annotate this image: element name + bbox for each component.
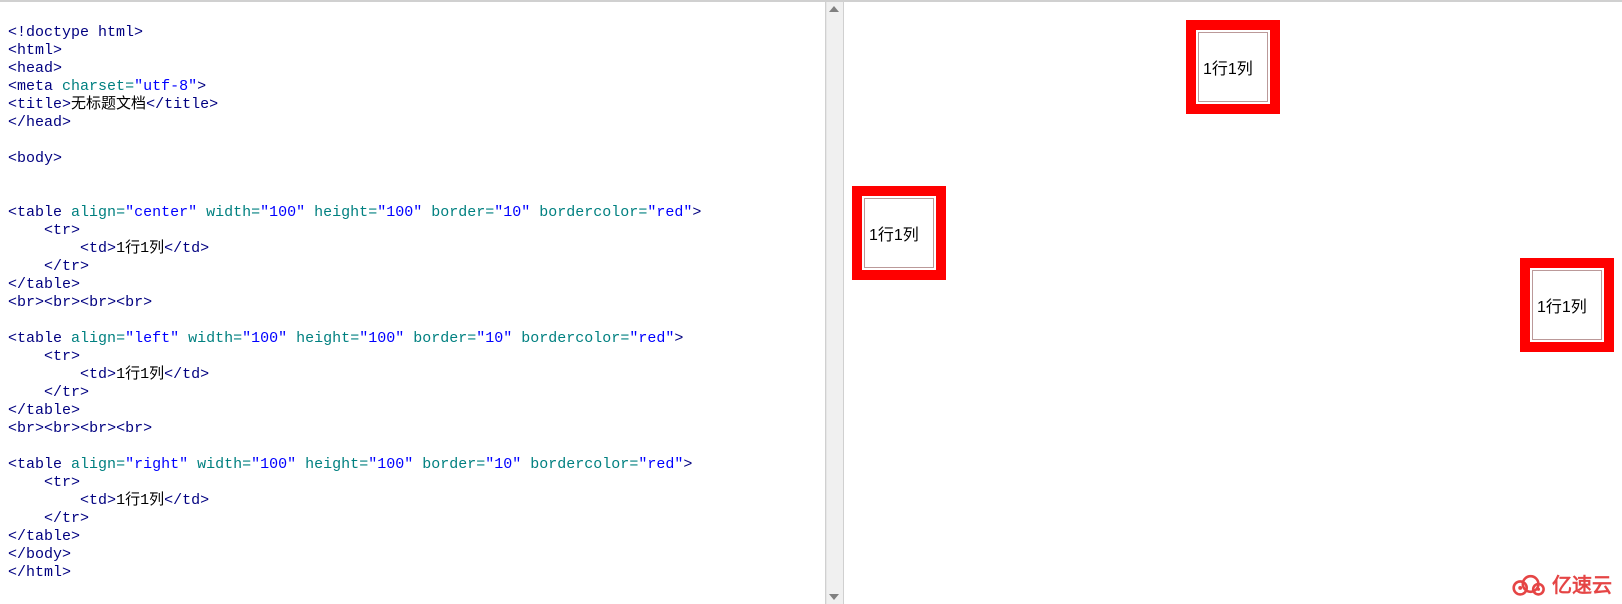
source-code[interactable]: <!doctype html> <html> <head> <meta alig…: [8, 24, 817, 582]
code-editor-pane[interactable]: <!doctype html> <html> <head> <meta alig…: [0, 2, 826, 604]
preview-body: 1行1列 1行1列 1行1列: [844, 20, 1622, 258]
split-editor-preview: <!doctype html> <html> <head> <meta alig…: [0, 0, 1622, 604]
watermark-logo: 亿速云: [1508, 569, 1612, 598]
preview-table-center: 1行1列: [1186, 20, 1280, 114]
preview-table-right: 1行1列: [1520, 258, 1614, 352]
preview-pane: 1行1列 1行1列 1行1列 亿速云: [844, 2, 1622, 604]
cloud-icon: [1508, 571, 1548, 597]
preview-cell: 1行1列: [864, 198, 934, 268]
scroll-down-icon[interactable]: [829, 594, 839, 600]
preview-table-left: 1行1列: [852, 186, 946, 280]
scroll-up-icon[interactable]: [829, 6, 839, 12]
code-scrollbar[interactable]: [826, 2, 844, 604]
preview-cell: 1行1列: [1532, 270, 1602, 340]
preview-cell: 1行1列: [1198, 32, 1268, 102]
watermark-text: 亿速云: [1552, 569, 1612, 598]
